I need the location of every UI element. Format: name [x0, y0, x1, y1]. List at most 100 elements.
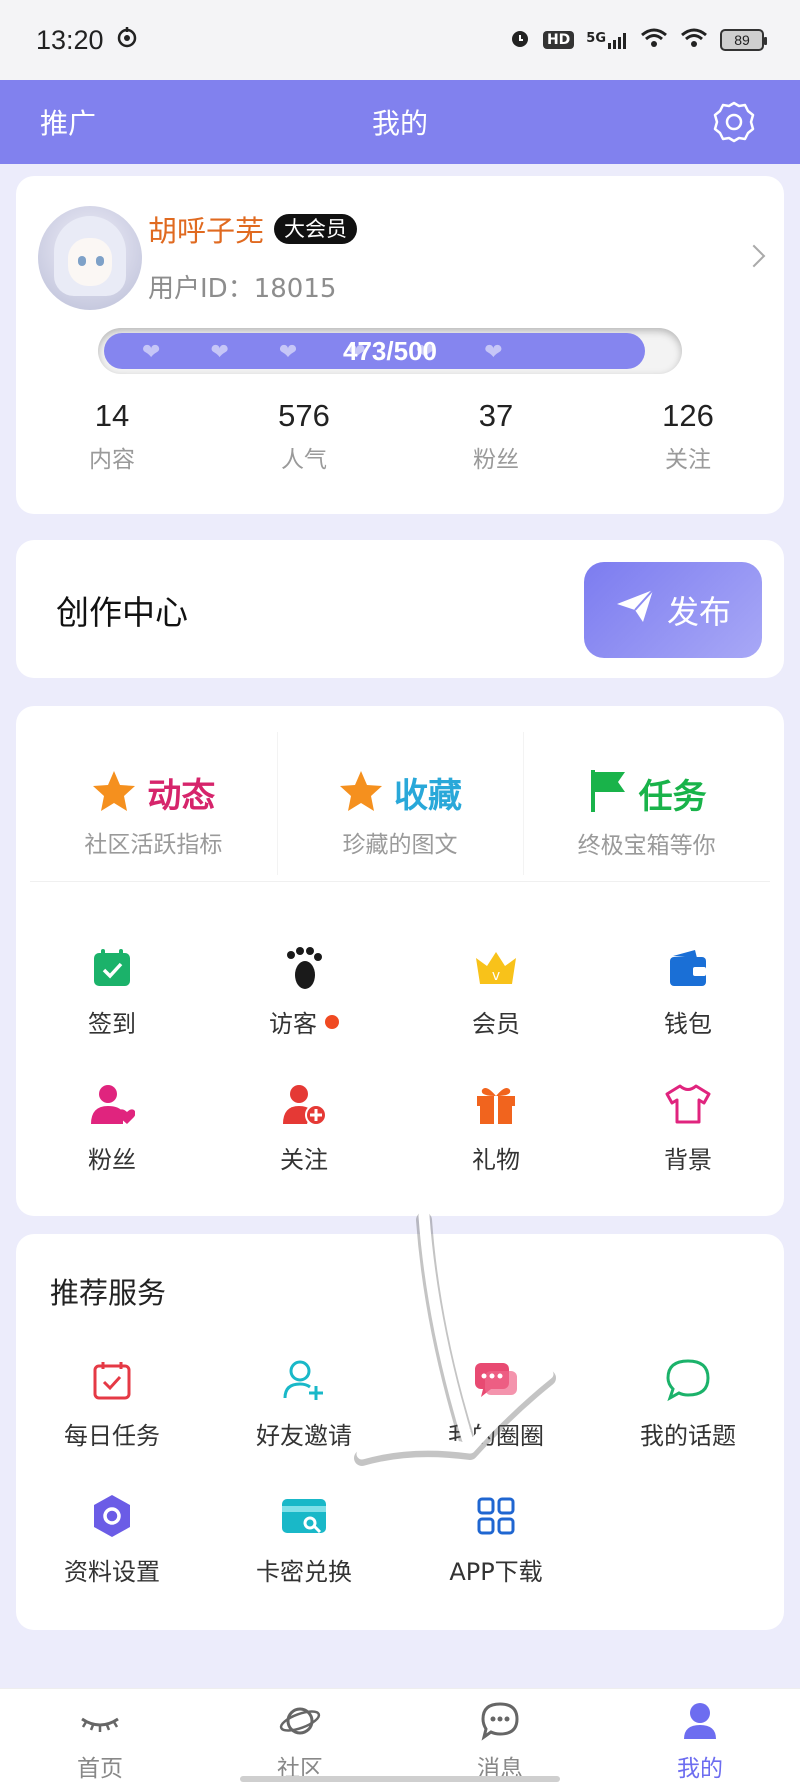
user-icon	[678, 1701, 722, 1745]
dnd-icon	[116, 26, 138, 54]
grid-item-following[interactable]: 关注	[208, 1080, 400, 1175]
nav-home[interactable]: 首页	[0, 1689, 200, 1784]
feature-dynamics[interactable]: 动态 社区活跃指标	[30, 706, 277, 881]
nav-messages[interactable]: 消息	[400, 1689, 600, 1784]
service-label: 资料设置	[64, 1558, 160, 1586]
big-feature-row: 动态 社区活跃指标 收藏 珍藏的图文 任务 终极宝箱等你	[30, 706, 770, 882]
star-icon	[338, 769, 384, 817]
nav-label: 首页	[77, 1756, 123, 1782]
service-daily-tasks[interactable]: 每日任务	[16, 1356, 208, 1451]
feature-subtitle: 终极宝箱等你	[577, 833, 716, 859]
stat-value: 126	[662, 398, 714, 433]
stat-content[interactable]: 14 内容	[16, 398, 208, 474]
level-progress-bar: ❤ ❤ ❤ ❤ ❤ ❤ 473/500	[98, 328, 682, 374]
profile-card[interactable]: 胡呼子芜 大会员 用户ID：18015 ❤ ❤ ❤ ❤ ❤ ❤ 473/500 14 内容…	[16, 176, 784, 514]
grid-item-checkin[interactable]: 签到	[16, 944, 208, 1039]
calendar-check-icon	[88, 944, 136, 992]
service-label: 好友邀请	[256, 1422, 352, 1450]
service-label: 卡密兑换	[256, 1558, 352, 1586]
grid-item-background[interactable]: 背景	[592, 1080, 784, 1175]
settings-hex-icon	[88, 1492, 136, 1540]
feature-grid-row-1: 签到 访客 v 会员 钱包	[16, 944, 784, 1039]
service-card-redeem[interactable]: 卡密兑换	[208, 1492, 400, 1587]
planet-icon	[278, 1701, 322, 1745]
stat-value: 14	[94, 398, 130, 433]
feature-favorites[interactable]: 收藏 珍藏的图文	[276, 706, 524, 881]
shirt-icon	[664, 1080, 712, 1128]
svg-text:v: v	[492, 968, 500, 984]
stat-label: 粉丝	[473, 447, 519, 473]
services-row-2: 资料设置 卡密兑换 APP下载	[16, 1492, 784, 1587]
promote-link[interactable]: 推广	[40, 102, 96, 142]
service-invite-friends[interactable]: 好友邀请	[208, 1356, 400, 1451]
signal-icon: 5G	[586, 31, 628, 49]
wifi-icon	[640, 27, 668, 54]
stat-value: 576	[278, 398, 330, 433]
services-card: 推荐服务 每日任务 好友邀请 我的圈圈 我的话题 资料设置 卡密兑换 APP下载	[16, 1234, 784, 1630]
home-indicator[interactable]	[240, 1776, 560, 1782]
bottom-nav: 首页 社区 消息 我的	[0, 1688, 800, 1784]
feature-grid-row-2: 粉丝 关注 礼物 背景	[16, 1080, 784, 1175]
feature-title: 任务	[638, 776, 707, 817]
service-my-topics[interactable]: 我的话题	[592, 1356, 784, 1451]
feature-tasks[interactable]: 任务 终极宝箱等你	[523, 706, 770, 881]
page-title: 我的	[371, 107, 428, 140]
progress-text: 473/500	[343, 336, 437, 366]
message-icon	[478, 1701, 522, 1745]
fan-heart-icon	[88, 1080, 136, 1128]
flag-icon	[587, 768, 629, 818]
services-row-1: 每日任务 好友邀请 我的圈圈 我的话题	[16, 1356, 784, 1451]
user-id: 用户ID：18015	[148, 274, 337, 304]
chat-bubbles-icon	[472, 1356, 520, 1404]
grid-item-gifts[interactable]: 礼物	[400, 1080, 592, 1175]
footprint-icon	[280, 944, 328, 992]
stat-fans[interactable]: 37 粉丝	[400, 398, 592, 474]
publish-label: 发布	[666, 593, 731, 631]
stats-row: 14 内容 576 人气 37 粉丝 126 关注	[16, 398, 784, 474]
publish-button[interactable]: 发布	[584, 562, 762, 658]
wifi-icon-2	[680, 27, 708, 54]
star-icon	[91, 769, 137, 817]
topic-bubble-icon	[664, 1356, 712, 1404]
service-my-circles[interactable]: 我的圈圈	[400, 1356, 592, 1451]
app-grid-icon	[472, 1492, 520, 1540]
nav-me[interactable]: 我的	[600, 1689, 800, 1784]
grid-label: 关注	[280, 1146, 328, 1174]
stat-value: 37	[478, 398, 514, 433]
service-label: 我的圈圈	[448, 1422, 544, 1450]
alarm-icon	[509, 27, 531, 54]
service-label: APP下载	[449, 1558, 543, 1586]
nav-label: 我的	[677, 1756, 723, 1782]
follow-plus-icon	[280, 1080, 328, 1128]
grid-item-fans[interactable]: 粉丝	[16, 1080, 208, 1175]
feature-subtitle: 社区活跃指标	[84, 832, 223, 858]
features-card: 动态 社区活跃指标 收藏 珍藏的图文 任务 终极宝箱等你 签到 访客 v 会员 …	[16, 706, 784, 1216]
service-app-download[interactable]: APP下载	[400, 1492, 592, 1587]
network-type: 5G	[586, 31, 606, 46]
chevron-right-icon[interactable]	[742, 244, 766, 268]
top-header: 推广 我的	[0, 80, 800, 164]
paper-plane-icon	[615, 588, 655, 632]
gear-icon[interactable]	[712, 100, 756, 144]
grid-label: 访客	[269, 1010, 317, 1038]
username-row: 胡呼子芜 大会员	[148, 208, 358, 250]
hd-badge: HD	[542, 31, 575, 49]
gift-icon	[472, 1080, 520, 1128]
wallet-icon	[664, 944, 712, 992]
service-label: 我的话题	[640, 1422, 736, 1450]
daily-task-icon	[88, 1356, 136, 1404]
service-empty-slot	[592, 1492, 784, 1587]
nav-community[interactable]: 社区	[200, 1689, 400, 1784]
service-label: 每日任务	[64, 1422, 160, 1450]
stat-label: 内容	[89, 447, 135, 473]
feature-title: 收藏	[394, 776, 462, 816]
grid-item-wallet[interactable]: 钱包	[592, 944, 784, 1039]
stat-popularity[interactable]: 576 人气	[208, 398, 400, 474]
grid-item-membership[interactable]: v 会员	[400, 944, 592, 1039]
crown-icon: v	[472, 944, 520, 992]
avatar[interactable]	[38, 206, 142, 310]
service-profile-settings[interactable]: 资料设置	[16, 1492, 208, 1587]
feature-subtitle: 珍藏的图文	[342, 832, 458, 858]
stat-following[interactable]: 126 关注	[592, 398, 784, 474]
grid-item-visitors[interactable]: 访客	[208, 944, 400, 1039]
